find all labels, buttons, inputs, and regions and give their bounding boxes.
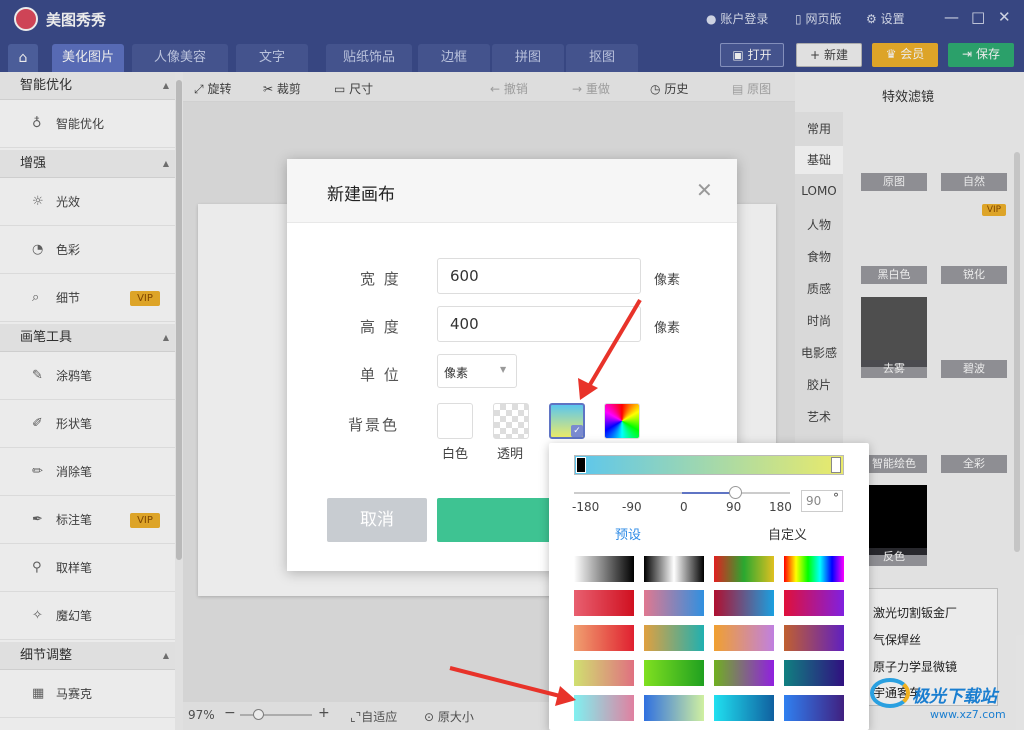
angle-tick: 90 — [726, 500, 742, 514]
unit-label: 单 位 — [360, 366, 401, 384]
gradient-preset[interactable] — [784, 556, 844, 582]
bg-transparent-label: 透明 — [497, 447, 524, 462]
unit-select[interactable]: 像素 ▼ — [437, 354, 517, 388]
tab-custom[interactable]: 自定义 — [768, 524, 807, 543]
gradient-preset[interactable] — [714, 590, 774, 616]
height-input[interactable]: 400 — [437, 306, 641, 342]
gradient-preset[interactable] — [784, 695, 844, 721]
check-icon: ✓ — [571, 425, 583, 437]
gradient-preview-bar[interactable] — [574, 455, 844, 475]
close-icon[interactable]: ✕ — [696, 178, 713, 202]
gradient-preset[interactable] — [714, 556, 774, 582]
gradient-stop-right[interactable] — [831, 457, 841, 473]
confirm-button[interactable] — [437, 498, 567, 542]
gradient-preset[interactable] — [574, 695, 634, 721]
bg-custom-color-swatch[interactable] — [604, 403, 640, 439]
gradient-preset[interactable] — [644, 660, 704, 686]
gradient-preset[interactable] — [644, 695, 704, 721]
cancel-button[interactable]: 取消 — [327, 498, 427, 542]
degree-symbol: ° — [833, 491, 839, 505]
angle-slider-handle[interactable] — [729, 486, 742, 499]
bg-transparent-swatch[interactable] — [493, 403, 529, 439]
bg-white-swatch[interactable] — [437, 403, 473, 439]
watermark-logo-icon — [870, 678, 910, 708]
bg-gradient-swatch[interactable]: ✓ — [549, 403, 585, 439]
gradient-preset[interactable] — [714, 695, 774, 721]
chevron-down-icon: ▼ — [500, 365, 507, 374]
angle-tick: 0 — [680, 500, 688, 514]
angle-input[interactable]: 90 ° — [801, 490, 843, 512]
background-color-label: 背景色 — [348, 416, 400, 434]
gradient-preset[interactable] — [784, 590, 844, 616]
gradient-preset[interactable] — [714, 660, 774, 686]
gradient-preset[interactable] — [714, 625, 774, 651]
gradient-preset[interactable] — [784, 660, 844, 686]
watermark-url: www.xz7.com — [930, 708, 1006, 721]
gradient-preset[interactable] — [644, 590, 704, 616]
gradient-preset[interactable] — [574, 660, 634, 686]
gradient-stop-left[interactable] — [576, 457, 586, 473]
gradient-preset[interactable] — [644, 625, 704, 651]
gradient-preset[interactable] — [574, 590, 634, 616]
gradient-picker-popup — [549, 443, 869, 730]
gradient-preset[interactable] — [784, 625, 844, 651]
angle-tick: -180 — [572, 500, 600, 514]
dialog-title: 新建画布 — [327, 185, 395, 205]
gradient-preset[interactable] — [574, 625, 634, 651]
watermark-name: 极光下载站 — [912, 687, 997, 707]
bg-white-label: 白色 — [442, 447, 469, 462]
width-unit: 像素 — [654, 273, 681, 288]
angle-slider-fill — [682, 492, 736, 494]
angle-input-value: 90 — [806, 494, 822, 508]
width-label: 宽 度 — [360, 270, 401, 288]
gradient-preset[interactable] — [574, 556, 634, 582]
angle-tick: -90 — [622, 500, 642, 514]
angle-tick: 180 — [769, 500, 792, 514]
tab-preset[interactable]: 预设 — [615, 524, 641, 543]
unit-select-value: 像素 — [444, 366, 469, 380]
height-label: 高 度 — [360, 318, 401, 336]
width-input[interactable]: 600 — [437, 258, 641, 294]
gradient-preset[interactable] — [644, 556, 704, 582]
height-unit: 像素 — [654, 321, 681, 336]
